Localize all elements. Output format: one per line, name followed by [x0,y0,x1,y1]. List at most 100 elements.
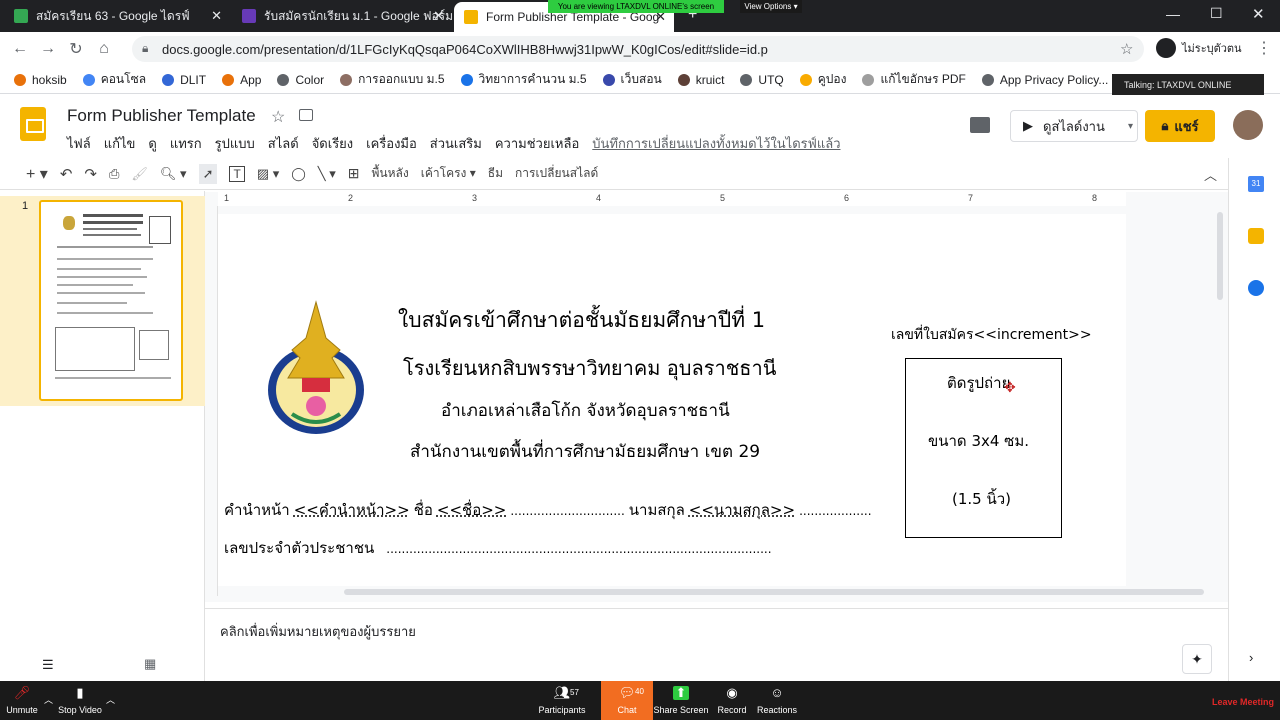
slide-canvas[interactable]: ใบสมัครเข้าศึกษาต่อชั้นมัธยมศึกษาปีที่ 1… [218,214,1126,586]
undo-icon[interactable]: ↶ [60,165,73,183]
grid-view-icon[interactable]: ▦ [144,656,156,672]
theme-button[interactable]: ธีม [488,164,503,183]
participants-button[interactable]: 👥︎ 57 Participants [532,686,592,716]
menu-item[interactable]: จัดเรียง [312,133,353,154]
bookmark-item[interactable]: แก้ไขอักษร PDF [862,70,966,89]
reload-icon[interactable]: ↻ [62,39,90,59]
menu-item[interactable]: ดู [148,133,156,154]
tab-drive[interactable]: สมัครเรียน 63 - Google ไดรฟ์ ✕ [4,0,230,32]
menu-item[interactable]: เครื่องมือ [366,133,417,154]
bookmark-item[interactable]: hoksib [14,73,67,87]
line-icon[interactable]: ╲ ▾ [318,166,336,182]
close-window-icon[interactable]: ✕ [1252,5,1265,23]
zoom-view-options[interactable]: View Options ▾ [740,0,802,13]
bookmark-label: App [240,72,262,87]
menu-item[interactable]: แทรก [170,133,202,154]
speaker-notes[interactable]: คลิกเพื่อเพิ่มหมายเหตุของผู้บรรยาย ✦ [205,608,1228,681]
close-icon[interactable]: ✕ [433,8,444,24]
participants-label: Participants [538,705,586,715]
background-button[interactable]: พื้นหลัง [372,164,409,183]
avatar[interactable] [1233,110,1263,140]
vertical-scrollbar[interactable] [1217,212,1223,300]
chat-button[interactable]: 💬︎ 40 Chat [601,681,653,720]
minimize-icon[interactable]: — [1166,6,1180,22]
forward-icon[interactable]: → [34,40,62,58]
paint-format-icon[interactable]: 🖌︎ [131,166,148,182]
ruler-tick-label: 8 [1092,193,1098,203]
lock-icon: 🔒︎ [1161,118,1169,133]
move-folder-icon[interactable] [299,109,313,121]
bookmark-label: DLIT [180,72,207,87]
bookmark-item[interactable]: Color [277,73,324,87]
video-options-icon[interactable]: ︿ [106,693,115,706]
bookmark-item[interactable]: UTQ [740,73,784,87]
dots: .............................. [510,504,625,518]
document-title[interactable]: Form Publisher Template [67,106,256,126]
keep-icon[interactable] [1248,228,1264,244]
tab-forms[interactable]: รับสมัครนักเรียน ม.1 - Google ฟอร์ม ✕ [232,0,452,32]
slides-header: Form Publisher Template ☆ ไฟล์ แก้ไข ดู แทร… [0,95,1280,157]
browser-menu-icon[interactable]: ⋮ [1256,38,1272,58]
bookmark-item[interactable]: kruict [677,73,724,87]
text-box-icon[interactable]: T [229,165,245,182]
bookmark-item[interactable]: App Privacy Policy... [981,73,1108,87]
share-button[interactable]: 🔒︎ แชร์ [1145,110,1215,142]
bookmark-item[interactable]: วิทยาการคำนวน ม.5 [460,70,587,89]
select-tool-icon[interactable]: ➚ [198,163,218,184]
transition-button[interactable]: การเปลี่ยนสไลด์ [515,164,598,183]
shape-icon[interactable]: ◯ [291,166,306,182]
comments-icon[interactable] [970,117,990,133]
bookmark-icon [862,73,875,86]
calendar-icon[interactable]: 31 [1248,176,1264,192]
bookmark-item[interactable]: คอนโซล [82,70,146,89]
slides-logo-icon[interactable] [20,107,46,141]
thumb-line [57,246,153,248]
leave-meeting-button[interactable]: Leave Meeting [1212,697,1274,707]
bookmark-item[interactable]: คูปอง [799,70,847,89]
menu-item[interactable]: ไฟล์ [67,133,91,154]
incognito-profile[interactable]: ไม่ระบุตัวตน [1156,38,1242,58]
photo-label: ติดรูปถ่าย [947,374,1011,392]
collapse-toolbar-icon[interactable]: ︿ [1204,165,1217,184]
star-icon[interactable]: ☆ [271,107,285,127]
layout-button[interactable]: เค้าโครง ▾ [421,164,476,183]
bookmark-item[interactable]: DLIT [162,73,206,87]
explore-icon[interactable]: ✦ [1182,644,1212,674]
menu-item[interactable]: ส่วนเสริม [430,133,482,154]
bookmark-label: คูปอง [817,72,847,86]
close-icon[interactable]: ✕ [211,8,222,24]
video-button[interactable]: ▮ Stop Video [50,686,110,716]
expand-panel-icon[interactable]: › [1249,650,1253,665]
redo-icon[interactable]: ↷ [84,165,97,183]
menu-item[interactable]: สไลด์ [268,133,299,154]
bookmark-star-icon[interactable]: ☆ [1120,40,1133,58]
home-icon[interactable]: ⌂ [90,40,118,58]
filmstrip-view-icon[interactable]: ☰ [42,657,54,673]
tasks-icon[interactable] [1248,280,1264,296]
save-status[interactable]: บันทึกการเปลี่ยนแปลงทั้งหมดไว้ในไดรฟ์แล้… [592,133,840,154]
present-dropdown-icon[interactable]: ▾ [1128,121,1133,132]
print-icon[interactable]: ⎙ [109,166,119,182]
chat-label: Chat [617,705,637,715]
horizontal-scrollbar[interactable] [344,589,1204,595]
image-icon[interactable]: ▨ ▾ [257,166,279,182]
menu-item[interactable]: ความช่วยเหลือ [495,133,579,154]
slide-thumbnail-row[interactable]: 1 [0,196,205,406]
slide-thumbnail[interactable] [39,200,183,401]
bookmark-item[interactable]: เว็บสอน [602,70,662,89]
menu-item[interactable]: แก้ไข [104,133,136,154]
zoom-icon[interactable]: 🔍︎ ▾ [160,166,187,182]
maximize-icon[interactable]: ☐ [1210,5,1223,22]
bookmark-item[interactable]: การออกแบบ ม.5 [340,70,445,89]
back-icon[interactable]: ← [6,40,34,58]
unmute-label: Unmute [6,705,38,715]
bookmark-item[interactable]: App [222,73,261,87]
audio-options-icon[interactable]: ︿ [44,693,53,706]
new-slide-icon[interactable]: + ▾ [26,164,48,184]
present-button[interactable]: ▶︎ ดูสไลด์งาน ▾ [1010,110,1138,142]
add-comment-icon[interactable]: ⊞ [348,165,360,182]
url-field[interactable]: 🔒︎ docs.google.com/presentation/d/1LFGcI… [132,36,1144,62]
reactions-button[interactable]: ☺ Reactions [747,686,807,716]
photo-placeholder-box[interactable]: ติดรูปถ่าย ขนาด 3x4 ซม. (1.5 นิ้ว) ✥ [905,358,1062,538]
menu-item[interactable]: รูปแบบ [215,133,255,154]
